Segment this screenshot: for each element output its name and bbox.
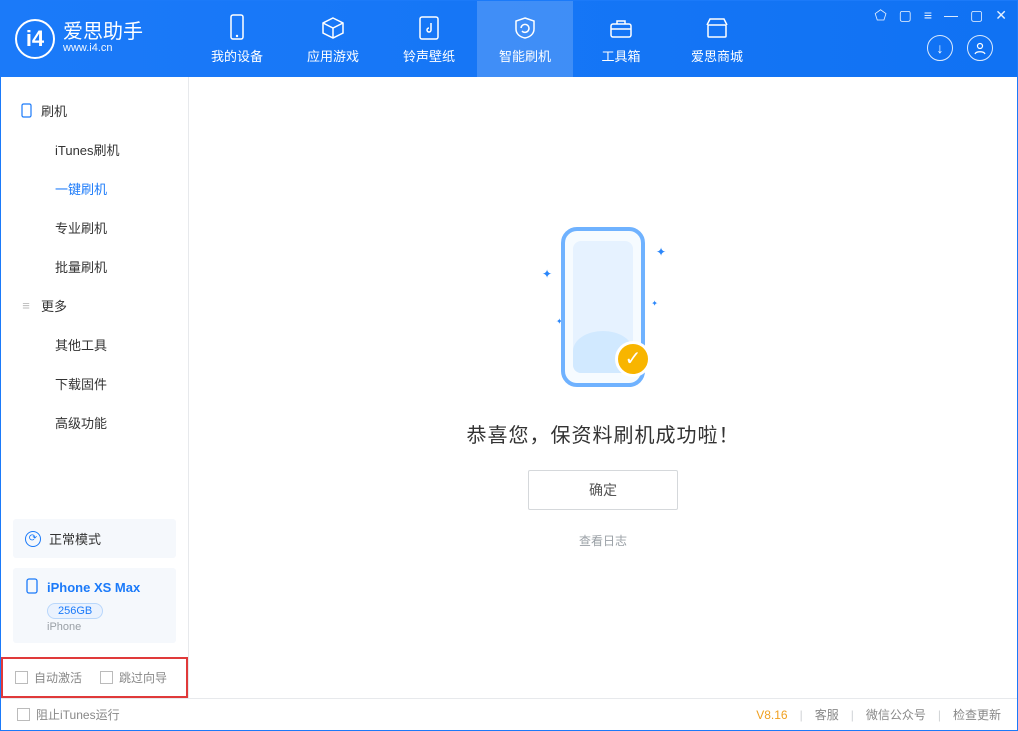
menu-icon[interactable]: ≡ (924, 7, 932, 24)
section-title: 刷机 (41, 101, 67, 120)
sidebar-item-oneclick-flash[interactable]: 一键刷机 (1, 169, 188, 208)
checkbox-block-itunes[interactable]: 阻止iTunes运行 (17, 706, 120, 723)
sidebar-item-batch-flash[interactable]: 批量刷机 (1, 247, 188, 286)
version-label: V8.16 (756, 708, 787, 722)
success-illustration: ✦ ✦ ✦ ✦ ✓ (538, 227, 668, 397)
main-content: ✦ ✦ ✦ ✦ ✓ 恭喜您，保资料刷机成功啦！ 确定 查看日志 (189, 77, 1017, 698)
maximize-button[interactable]: ▢ (970, 7, 983, 24)
checkbox-auto-activate[interactable]: 自动激活 (15, 669, 82, 686)
feedback-icon[interactable]: ▢ (899, 7, 912, 24)
device-mode-row[interactable]: ⟳ 正常模式 (13, 519, 176, 558)
sidebar-section-flash: 刷机 (1, 91, 188, 130)
nav-label: 铃声壁纸 (403, 46, 455, 65)
view-log-link[interactable]: 查看日志 (579, 532, 627, 549)
device-type: iPhone (47, 621, 164, 633)
titlebar-controls: ⬠ ▢ ≡ — ▢ ✕ (874, 7, 1007, 24)
section-title: 更多 (41, 296, 67, 315)
phone-icon (19, 104, 33, 118)
highlighted-options: 自动激活 跳过向导 (1, 657, 188, 698)
music-icon (415, 14, 443, 42)
nav-apps[interactable]: 应用游戏 (285, 1, 381, 77)
minimize-button[interactable]: — (944, 7, 958, 24)
app-name-cn: 爱思助手 (63, 22, 143, 42)
nav-label: 爱思商城 (691, 46, 743, 65)
toolbox-icon (607, 14, 635, 42)
device-name: iPhone XS Max (47, 580, 140, 595)
device-icon (223, 14, 251, 42)
download-button[interactable]: ↓ (927, 35, 953, 61)
mode-icon: ⟳ (25, 531, 41, 547)
nav-store[interactable]: 爱思商城 (669, 1, 765, 77)
topbar: i4 爱思助手 www.i4.cn 我的设备 应用游戏 (1, 1, 1017, 77)
app-name-en: www.i4.cn (63, 42, 143, 55)
sidebar-section-more: ≡ 更多 (1, 286, 188, 325)
store-icon (703, 14, 731, 42)
status-link-support[interactable]: 客服 (815, 706, 839, 723)
sidebar: 刷机 iTunes刷机 一键刷机 专业刷机 批量刷机 ≡ 更多 其他工具 下载固… (1, 77, 189, 698)
nav-label: 工具箱 (601, 46, 640, 65)
mode-label: 正常模式 (49, 529, 101, 548)
app-logo[interactable]: i4 爱思助手 www.i4.cn (1, 1, 189, 77)
nav-toolbox[interactable]: 工具箱 (573, 1, 669, 77)
cube-icon (319, 14, 347, 42)
status-bar: 阻止iTunes运行 V8.16 | 客服 | 微信公众号 | 检查更新 (1, 698, 1017, 730)
device-capacity: 256GB (47, 603, 103, 619)
check-icon: ✓ (615, 341, 651, 377)
sidebar-item-pro-flash[interactable]: 专业刷机 (1, 208, 188, 247)
list-icon: ≡ (19, 299, 33, 313)
nav-flash[interactable]: 智能刷机 (477, 1, 573, 77)
sidebar-item-other-tools[interactable]: 其他工具 (1, 325, 188, 364)
nav-label: 我的设备 (211, 46, 263, 65)
shirt-icon[interactable]: ⬠ (874, 7, 886, 24)
ok-button[interactable]: 确定 (528, 470, 678, 510)
status-link-wechat[interactable]: 微信公众号 (866, 706, 926, 723)
device-card[interactable]: iPhone XS Max 256GB iPhone (13, 568, 176, 643)
sidebar-item-itunes-flash[interactable]: iTunes刷机 (1, 130, 188, 169)
top-nav: 我的设备 应用游戏 铃声壁纸 智能刷机 (189, 1, 765, 77)
sidebar-item-advanced[interactable]: 高级功能 (1, 403, 188, 442)
status-link-update[interactable]: 检查更新 (953, 706, 1001, 723)
nav-mydevice[interactable]: 我的设备 (189, 1, 285, 77)
nav-label: 应用游戏 (307, 46, 359, 65)
phone-icon (25, 578, 39, 597)
nav-ringtones[interactable]: 铃声壁纸 (381, 1, 477, 77)
sidebar-item-download-firmware[interactable]: 下载固件 (1, 364, 188, 403)
checkbox-skip-wizard[interactable]: 跳过向导 (100, 669, 167, 686)
success-message: 恭喜您，保资料刷机成功啦！ (467, 419, 740, 448)
refresh-shield-icon (511, 14, 539, 42)
close-button[interactable]: ✕ (995, 7, 1007, 24)
account-button[interactable] (967, 35, 993, 61)
nav-label: 智能刷机 (499, 46, 551, 65)
logo-icon: i4 (15, 19, 55, 59)
